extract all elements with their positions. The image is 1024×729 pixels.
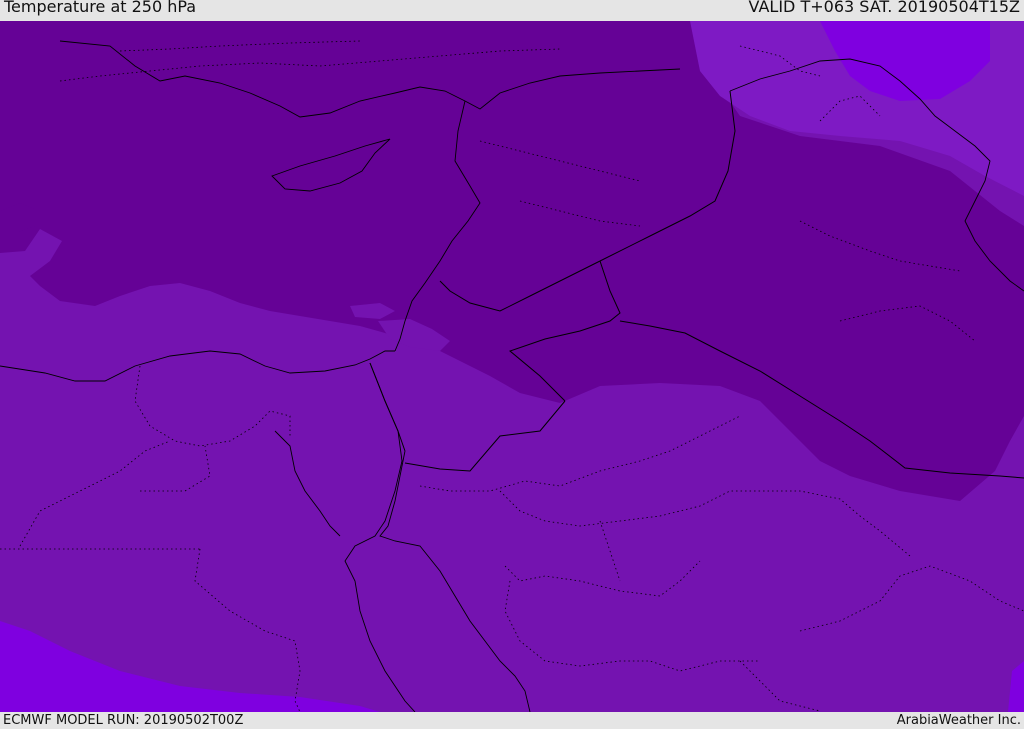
credit-label: ArabiaWeather Inc.: [896, 713, 1021, 728]
valid-time-label: VALID T+063 SAT. 20190504T15Z: [748, 0, 1020, 16]
map-title: Temperature at 250 hPa: [4, 0, 197, 16]
temperature-map[interactable]: [0, 21, 1024, 712]
weather-map-frame: Temperature at 250 hPa VALID T+063 SAT. …: [0, 0, 1024, 729]
map-canvas: [0, 21, 1024, 712]
header-bar: Temperature at 250 hPa VALID T+063 SAT. …: [0, 0, 1024, 21]
model-run-label: ECMWF MODEL RUN: 20190502T00Z: [3, 713, 244, 728]
footer-bar: ECMWF MODEL RUN: 20190502T00Z ArabiaWeat…: [0, 712, 1024, 729]
